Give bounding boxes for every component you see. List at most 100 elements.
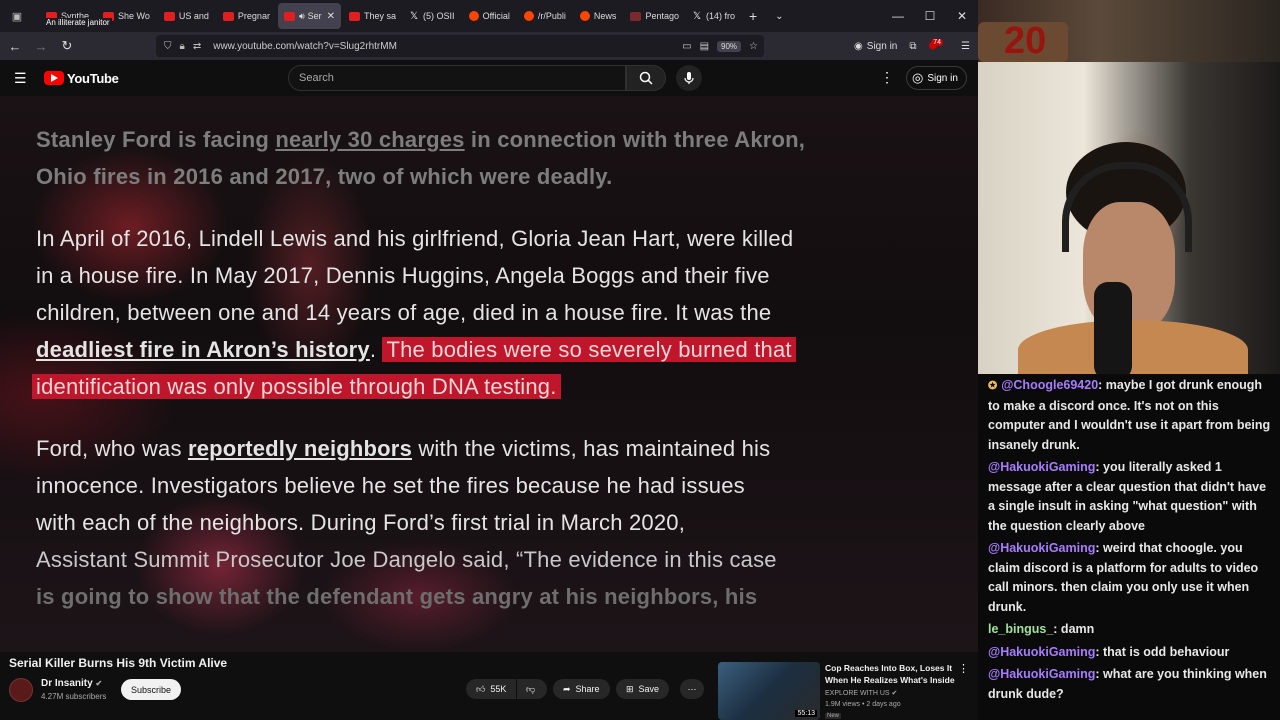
url-text[interactable]: www.youtube.com/watch?v=Slug2rhtrMM — [213, 41, 397, 52]
browser-tab[interactable]: They sa — [343, 3, 402, 29]
youtube-favicon-icon — [283, 11, 295, 21]
browser-tab[interactable]: Official — [463, 3, 516, 29]
webcam-feed — [978, 62, 1280, 380]
browser-nav-bar: ← → ↻ ⛉ 🔒︎ ⇄ www.youtube.com/watch?v=Slu… — [0, 32, 978, 60]
chat-text: : that is odd behaviour — [1095, 644, 1230, 659]
chat-username[interactable]: @HakuokiGaming — [988, 541, 1095, 555]
save-button[interactable]: ⊞ Save — [616, 679, 670, 699]
like-count: 55K — [490, 684, 507, 694]
dislike-button[interactable]: 👎︎ — [517, 679, 547, 699]
maximize-icon[interactable]: ☐ — [914, 9, 946, 23]
video-player[interactable]: Stanley Ford is facing nearly 30 charges… — [0, 96, 978, 652]
overlay-number: 20 — [1004, 20, 1047, 62]
youtube-header: ☰ YouTube Search ⋮ ◎ Sign in — [0, 60, 978, 96]
chat-message: @HakuokiGaming: weird that choogle. you … — [988, 539, 1272, 617]
top-camera-strip: 20 — [978, 0, 1280, 62]
thumbs-down-icon: 👎︎ — [526, 683, 536, 694]
account-signin-label: Sign in — [866, 40, 898, 52]
youtube-signin-button[interactable]: ◎ Sign in — [906, 66, 967, 90]
search-input[interactable]: Search — [288, 65, 626, 91]
browser-tab[interactable]: Pentago — [624, 3, 685, 29]
account-signin-button[interactable]: ◉ Sign in — [854, 41, 897, 52]
chat-badge-icon: ✪ — [988, 380, 998, 392]
chat-username[interactable]: @HakuokiGaming — [988, 460, 1095, 474]
picture-in-picture-icon[interactable]: ▭ — [682, 41, 691, 52]
video-text-line: with each of the neighbors. During Ford’… — [36, 510, 686, 535]
forward-icon[interactable]: → — [28, 39, 54, 54]
url-bar[interactable]: ⛉ 🔒︎ ⇄ www.youtube.com/watch?v=Slug2rhtr… — [156, 35, 764, 57]
channel-avatar[interactable] — [9, 678, 33, 702]
browser-tab[interactable]: US and — [158, 3, 215, 29]
browser-tab[interactable]: /r/Publi — [518, 3, 572, 29]
video-text-link: deadliest fire in Akron’s history — [36, 337, 370, 362]
chevron-down-icon[interactable]: ⌄ — [775, 11, 783, 22]
browser-tab-label: US and — [178, 11, 209, 21]
channel-name-text: Dr Insanity — [41, 678, 93, 689]
menu-icon[interactable]: ☰ — [961, 41, 970, 52]
lock-icon[interactable]: 🔒︎ — [180, 41, 185, 52]
settings-kebab-icon[interactable]: ⋮ — [880, 69, 894, 86]
video-text-line: Ohio fires in 2016 and 2017, two of whic… — [36, 164, 613, 189]
minimize-icon[interactable]: — — [882, 9, 914, 23]
guide-menu-icon[interactable]: ☰ — [14, 70, 34, 87]
video-text-line: children, between one and 14 years of ag… — [36, 300, 772, 325]
browser-tab-label: Ser — [307, 11, 322, 21]
browser-tab-label: Pregnar — [237, 11, 270, 21]
subscriber-count: 4.27M subscribers — [41, 692, 107, 701]
share-button[interactable]: ➦ Share — [553, 679, 610, 699]
new-badge: New — [825, 713, 842, 719]
reload-icon[interactable]: ↻ — [54, 38, 80, 54]
video-text: Stanley Ford is facing — [36, 127, 276, 152]
youtube-logo[interactable]: YouTube — [44, 71, 119, 86]
shield-icon[interactable]: ⛉ — [164, 41, 172, 52]
microphone-icon — [684, 72, 694, 84]
browser-tab[interactable]: 𝕏 (5) OSII — [404, 3, 461, 29]
ublock-icon[interactable]: ⬢74 — [929, 38, 950, 52]
voice-search-button[interactable] — [676, 65, 702, 91]
save-playlist-icon: ⊞ — [626, 683, 634, 694]
microphone-image — [1094, 282, 1132, 380]
browser-tab[interactable]: 𝕏 (14) fro — [687, 3, 741, 29]
close-tab-icon[interactable]: ✕ — [327, 11, 335, 22]
video-text-line: is going to show that the defendant gets… — [36, 584, 758, 609]
new-tab-icon[interactable]: + — [749, 8, 757, 24]
recommended-channel[interactable]: EXPLORE WITH US ✔ — [825, 689, 897, 697]
tab-overview-icon[interactable]: ▣ — [8, 7, 26, 25]
bookmark-star-icon[interactable]: ☆ — [749, 41, 758, 52]
more-actions-button[interactable]: ⋯ — [680, 679, 704, 699]
speaker-icon[interactable]: 🔊︎ — [299, 11, 305, 22]
reader-view-icon[interactable]: ▤ — [700, 41, 709, 52]
video-text-line: Assistant Summit Prosecutor Joe Dangelo … — [36, 547, 777, 572]
youtube-play-icon — [44, 71, 64, 85]
permissions-icon[interactable]: ⇄ — [193, 41, 201, 52]
youtube-signin-label: Sign in — [927, 72, 958, 84]
ublock-badge: 74 — [931, 38, 944, 46]
video-text: with the victims, has maintained his — [412, 436, 771, 461]
window-controls: — ☐ ✕ — [882, 0, 978, 32]
subscribe-button[interactable]: Subscribe — [121, 679, 182, 700]
extensions-icon[interactable]: ⧉ — [909, 41, 916, 52]
chat-message: @HakuokiGaming: you literally asked 1 me… — [988, 458, 1272, 536]
recommended-menu-icon[interactable]: ⋮ — [958, 662, 969, 675]
channel-name[interactable]: Dr Insanity ✔ — [41, 678, 102, 689]
browser-tab[interactable]: Pregnar — [217, 3, 276, 29]
recommended-thumbnail[interactable]: 55:13 — [718, 662, 820, 720]
chat-username[interactable]: le_bingus_ — [988, 622, 1053, 636]
close-window-icon[interactable]: ✕ — [946, 9, 978, 23]
chat-username[interactable]: @Choogle69420 — [1001, 378, 1098, 392]
recommended-title[interactable]: Cop Reaches Into Box, Loses It When He R… — [825, 662, 955, 686]
search-button[interactable] — [626, 65, 666, 91]
chat-username[interactable]: @HakuokiGaming — [988, 645, 1095, 659]
like-button[interactable]: 👍︎ 55K — [466, 679, 516, 699]
youtube-favicon-icon — [163, 11, 175, 21]
back-icon[interactable]: ← — [2, 39, 28, 54]
zoom-level[interactable]: 90% — [717, 40, 742, 52]
share-label: Share — [575, 684, 600, 694]
video-text-line: identification was only possible through… — [32, 368, 962, 405]
video-text-line: deadliest fire in Akron’s history. The b… — [36, 331, 966, 368]
browser-tab[interactable]: 🔊︎ Ser ✕ — [277, 3, 342, 29]
browser-tab[interactable]: News — [574, 3, 623, 29]
chat-username[interactable]: @HakuokiGaming — [988, 667, 1095, 681]
recommended-meta: 1.9M views • 2 days ago — [825, 701, 901, 708]
share-icon: ➦ — [563, 683, 571, 694]
